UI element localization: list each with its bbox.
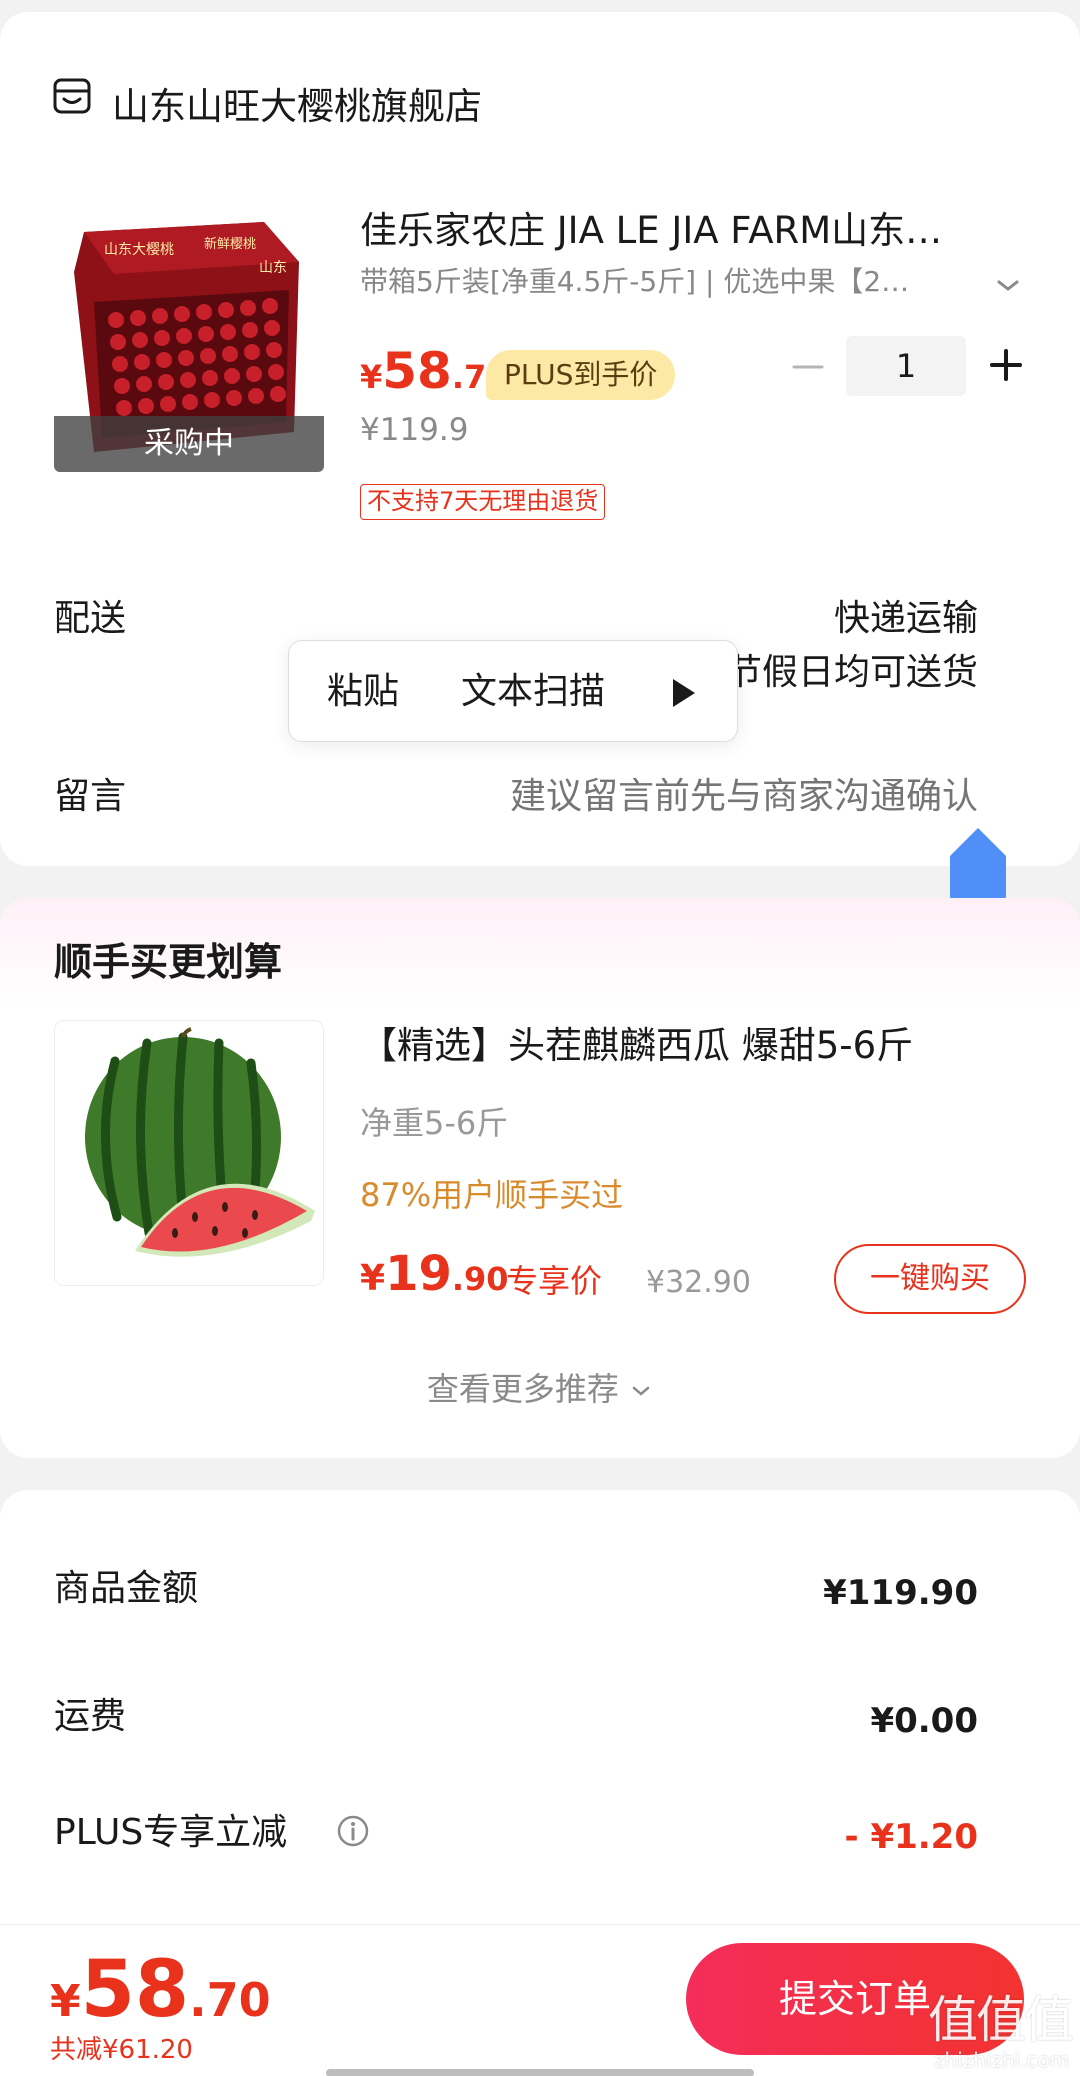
original-price: ¥119.9 bbox=[360, 412, 469, 448]
box-print-origin: 山东 bbox=[259, 260, 287, 276]
text-cursor-handle-icon[interactable] bbox=[948, 826, 1008, 902]
more-recommendations-label: 查看更多推荐 bbox=[426, 1370, 619, 1408]
quantity-decrease-button[interactable] bbox=[790, 342, 826, 392]
total-price: ¥58.70 bbox=[50, 1945, 271, 2035]
price-decimal: .7 bbox=[451, 358, 487, 396]
message-input[interactable] bbox=[418, 774, 978, 820]
return-policy-tag: 不支持7天无理由退货 bbox=[360, 484, 606, 520]
one-click-buy-button[interactable]: 一键购买 bbox=[834, 1244, 1026, 1314]
checkout-bar: ¥58.70 共减¥61.20 提交订单 bbox=[0, 1924, 1080, 2076]
plus-price-badge: PLUS到手价 bbox=[486, 350, 676, 400]
recommendation-product-image[interactable] bbox=[54, 1020, 324, 1286]
total-discount: 共减¥61.20 bbox=[50, 2035, 193, 2065]
plus-discount-value: - ¥1.20 bbox=[844, 1817, 979, 1857]
delivery-label: 配送 bbox=[54, 598, 127, 639]
total-decimal: .70 bbox=[189, 1973, 271, 2027]
site-watermark: 值值值 zhizhizhi.com bbox=[928, 1991, 1074, 2076]
product-title[interactable]: 佳乐家农庄 JIA LE JIA FARM山东… bbox=[360, 208, 1010, 254]
box-print-brand: 山东大樱桃 bbox=[104, 241, 174, 258]
menu-more-arrow-icon[interactable] bbox=[673, 679, 695, 707]
home-indicator[interactable] bbox=[326, 2069, 754, 2076]
delivery-note: 节假日均可送货 bbox=[725, 652, 978, 693]
price-integer: 58 bbox=[382, 342, 452, 400]
text-scan-menu-item[interactable]: 文本扫描 bbox=[461, 669, 605, 715]
store-icon bbox=[53, 78, 91, 114]
product-price: ¥58.7 bbox=[360, 342, 486, 400]
total-integer: 58 bbox=[80, 1945, 190, 2035]
recommendation-card: 顺手买更划算 【精选】头茬麒麟西瓜 爆甜5-6斤 净重5-6斤 87%用户顺手买… bbox=[0, 898, 1080, 1458]
watermelon-illustration bbox=[55, 1021, 323, 1285]
reco-price-integer: 19 bbox=[385, 1246, 452, 1302]
paste-menu-item[interactable]: 粘贴 bbox=[327, 669, 399, 715]
delivery-method[interactable]: 快递运输 bbox=[834, 596, 978, 642]
quantity-increase-button[interactable] bbox=[986, 338, 1026, 392]
more-recommendations-link[interactable]: 查看更多推荐 bbox=[0, 1368, 1080, 1410]
chevron-down-icon[interactable] bbox=[990, 268, 1026, 304]
goods-amount-value: ¥119.90 bbox=[823, 1573, 978, 1613]
chevron-down-icon bbox=[632, 1386, 650, 1396]
message-label: 留言 bbox=[54, 776, 127, 817]
reco-price-currency: ¥ bbox=[360, 1258, 386, 1299]
shipping-value: ¥0.00 bbox=[870, 1701, 978, 1741]
text-context-menu: 粘贴 文本扫描 bbox=[288, 640, 738, 742]
goods-amount-label: 商品金额 bbox=[54, 1568, 199, 1609]
recommendation-title: 顺手买更划算 bbox=[54, 940, 283, 984]
info-icon[interactable] bbox=[336, 1814, 370, 1848]
recommendation-price: ¥19.90 bbox=[360, 1246, 509, 1302]
shipping-label: 运费 bbox=[54, 1696, 127, 1737]
box-print-fresh: 新鲜樱桃 bbox=[204, 236, 256, 252]
recommendation-social-proof: 87%用户顺手买过 bbox=[360, 1176, 624, 1214]
plus-discount-label: PLUS专享立减 bbox=[54, 1812, 288, 1853]
price-currency: ¥ bbox=[360, 358, 383, 396]
recommendation-price-tag: 专享价 bbox=[506, 1262, 603, 1300]
recommendation-product-name[interactable]: 【精选】头茬麒麟西瓜 爆甜5-6斤 bbox=[360, 1022, 913, 1070]
recommendation-weight: 净重5-6斤 bbox=[360, 1104, 509, 1142]
watermark-url: zhizhizhi.com bbox=[934, 2048, 1070, 2072]
store-name[interactable]: 山东山旺大樱桃旗舰店 bbox=[112, 84, 482, 130]
recommendation-original-price: ¥32.90 bbox=[646, 1265, 751, 1300]
quantity-input[interactable]: 1 bbox=[846, 336, 966, 396]
reco-price-decimal: .90 bbox=[451, 1260, 509, 1298]
purchase-status-tag: 采购中 bbox=[54, 416, 324, 472]
watermark-logo-text: 值值值 bbox=[928, 1991, 1074, 2049]
order-item-card: 山东山旺大樱桃旗舰店 山东大樱桃 新鲜樱桃 山东 采购中 佳乐家农庄 JIA L… bbox=[0, 12, 1080, 900]
total-currency: ¥ bbox=[50, 1976, 81, 2027]
product-spec[interactable]: 带箱5斤装[净重4.5斤-5斤] | 优选中果【2… bbox=[360, 262, 950, 302]
